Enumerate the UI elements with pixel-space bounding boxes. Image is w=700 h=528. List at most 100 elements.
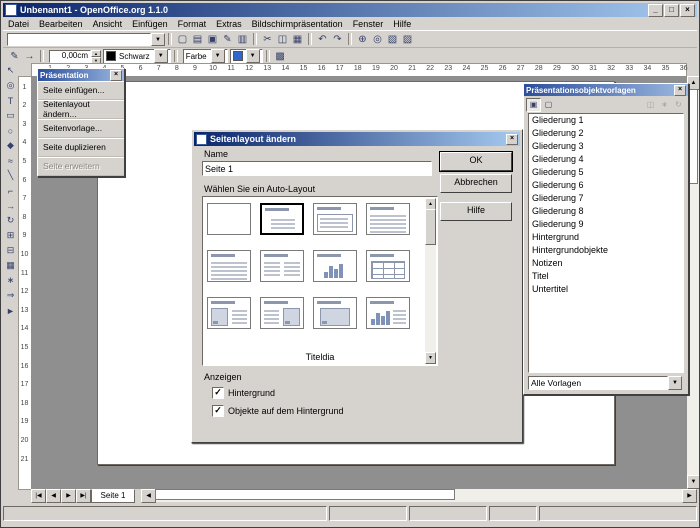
layout-option-title-img[interactable] xyxy=(313,297,357,329)
autolayout-scrollbar[interactable]: ▲ ▼ xyxy=(425,198,436,364)
name-input[interactable] xyxy=(202,161,432,176)
menu-format[interactable]: Format xyxy=(173,18,212,30)
menu-fenster[interactable]: Fenster xyxy=(348,18,389,30)
style-item-gliederung-2[interactable]: Gliederung 2 xyxy=(529,127,683,140)
horizontal-scrollbar[interactable]: ◀ ▶ xyxy=(141,489,697,502)
page-tab[interactable]: Seite 1 xyxy=(91,489,135,503)
scroll-right-icon[interactable]: ▶ xyxy=(682,489,697,503)
cancel-button[interactable]: Abbrechen xyxy=(440,174,512,193)
line-width-value[interactable]: 0,00cm xyxy=(49,50,91,63)
background-objects-checkbox[interactable]: ✓ xyxy=(212,405,224,417)
redo-icon[interactable]: ↷ xyxy=(330,32,345,46)
save-document-icon[interactable]: ▣ xyxy=(205,32,220,46)
url-combobox[interactable]: ▼ xyxy=(7,33,165,46)
text-tool-icon[interactable]: T xyxy=(4,93,17,108)
menu-bildschirmpräsentation[interactable]: Bildschirmpräsentation xyxy=(247,18,348,30)
style-item-hintergrund[interactable]: Hintergrund xyxy=(529,231,683,244)
dialog-titlebar[interactable]: Seitenlayout ändern × xyxy=(194,132,520,146)
layout-option-title-img-text[interactable] xyxy=(207,297,251,329)
layout-option-title-chart-text[interactable] xyxy=(366,297,410,329)
scroll-down-icon[interactable]: ▼ xyxy=(687,475,700,489)
stylist-close-icon[interactable]: × xyxy=(674,85,686,96)
3d-object-tool-icon[interactable]: ◆ xyxy=(4,138,17,153)
maximize-button[interactable]: □ xyxy=(664,4,679,17)
menu-hilfe[interactable]: Hilfe xyxy=(388,18,416,30)
background-checkbox[interactable]: ✓ xyxy=(212,387,224,399)
first-page-tab-icon[interactable]: |◀ xyxy=(31,489,46,503)
zoom-icon[interactable]: ◎ xyxy=(370,32,385,46)
shadow-icon[interactable]: ▩ xyxy=(273,49,288,63)
previous-page-tab-icon[interactable]: ◀ xyxy=(46,489,61,503)
layout-option-title-content[interactable] xyxy=(313,203,357,235)
arrow-ends-icon[interactable]: → xyxy=(22,49,37,63)
scroll-left-icon[interactable]: ◀ xyxy=(141,489,156,503)
stylist-icon[interactable]: ▨ xyxy=(400,32,415,46)
style-item-gliederung-7[interactable]: Gliederung 7 xyxy=(529,192,683,205)
style-item-gliederung-8[interactable]: Gliederung 8 xyxy=(529,205,683,218)
menu-extras[interactable]: Extras xyxy=(211,18,247,30)
arrow-tool-icon[interactable]: → xyxy=(4,198,17,213)
url-dropdown-icon[interactable]: ▼ xyxy=(151,33,165,46)
scroll-down-icon[interactable]: ▼ xyxy=(425,352,436,364)
rotate-tool-icon[interactable]: ↻ xyxy=(4,213,17,228)
help-button[interactable]: Hilfe xyxy=(440,202,512,221)
layout-option-title-chart[interactable] xyxy=(313,250,357,282)
menu-ansicht[interactable]: Ansicht xyxy=(88,18,128,30)
stylist-titlebar[interactable]: Präsentationsobjektvorlagen × xyxy=(524,84,688,96)
ok-button[interactable]: OK xyxy=(440,152,512,171)
presentation-styles-icon[interactable]: ▣ xyxy=(526,98,541,112)
fill-format-mode-icon[interactable]: ◫ xyxy=(644,99,657,111)
url-input[interactable] xyxy=(7,33,151,46)
style-item-hintergrundobjekte[interactable]: Hintergrundobjekte xyxy=(529,244,683,257)
presentation-item-seitenlayout-ändern[interactable]: Seitenlayout ändern... xyxy=(38,100,124,119)
zoom-tool-icon[interactable]: ◎ xyxy=(4,78,17,93)
effects-tool-icon[interactable]: ∗ xyxy=(4,273,17,288)
window-titlebar[interactable]: Unbenannt1 - OpenOffice.org 1.1.0 _ □ × xyxy=(3,3,697,17)
update-style-icon[interactable]: ↻ xyxy=(672,99,685,111)
cut-icon[interactable]: ✂ xyxy=(260,32,275,46)
connector-tool-icon[interactable]: ⌐ xyxy=(4,183,17,198)
fill-color-combobox[interactable]: ▼ xyxy=(230,49,263,64)
style-item-gliederung-3[interactable]: Gliederung 3 xyxy=(529,140,683,153)
alignment-tool-icon[interactable]: ⊞ xyxy=(4,228,17,243)
horizontal-ruler[interactable]: 1234567891011121314151617181920212223242… xyxy=(31,63,687,77)
fill-color-dropdown-icon[interactable]: ▼ xyxy=(246,49,260,63)
open-document-icon[interactable]: ▤ xyxy=(190,32,205,46)
horizontal-scrollbar-thumb[interactable] xyxy=(155,489,455,500)
layout-option-title-list[interactable] xyxy=(366,203,410,235)
layout-option-title-sub[interactable] xyxy=(260,203,304,235)
menu-bearbeiten[interactable]: Bearbeiten xyxy=(34,18,88,30)
curve-tool-icon[interactable]: ≈ xyxy=(4,153,17,168)
style-item-gliederung-4[interactable]: Gliederung 4 xyxy=(529,153,683,166)
line-color-dropdown-icon[interactable]: ▼ xyxy=(154,49,168,63)
edit-file-icon[interactable]: ✎ xyxy=(220,32,235,46)
style-item-titel[interactable]: Titel xyxy=(529,270,683,283)
style-item-notizen[interactable]: Notizen xyxy=(529,257,683,270)
line-tool-icon[interactable]: ╲ xyxy=(4,168,17,183)
presentation-item-seitenvorlage[interactable]: Seitenvorlage... xyxy=(38,119,124,138)
insert-tool-icon[interactable]: ▦ xyxy=(4,258,17,273)
line-width-spinner[interactable]: 0,00cm ▲ ▼ xyxy=(49,50,101,63)
stylist-filter-dropdown-icon[interactable]: ▼ xyxy=(668,376,682,390)
next-page-tab-icon[interactable]: ▶ xyxy=(61,489,76,503)
select-tool-icon[interactable]: ↖ xyxy=(4,63,17,78)
presentation-item-seite-duplizieren[interactable]: Seite duplizieren xyxy=(38,138,124,157)
style-item-gliederung-1[interactable]: Gliederung 1 xyxy=(529,114,683,127)
spin-up-icon[interactable]: ▲ xyxy=(91,50,101,57)
layout-option-title-text-img[interactable] xyxy=(260,297,304,329)
minimize-button[interactable]: _ xyxy=(648,4,663,17)
paste-icon[interactable]: ▦ xyxy=(290,32,305,46)
arrange-tool-icon[interactable]: ⊟ xyxy=(4,243,17,258)
ellipse-tool-icon[interactable]: ○ xyxy=(4,123,17,138)
presentation-toolbar-titlebar[interactable]: Präsentation × xyxy=(38,69,124,81)
menu-einfügen[interactable]: Einfügen xyxy=(127,18,173,30)
navigator-icon[interactable]: ⊕ xyxy=(355,32,370,46)
style-item-gliederung-5[interactable]: Gliederung 5 xyxy=(529,166,683,179)
fill-style-dropdown-icon[interactable]: ▼ xyxy=(211,49,225,63)
style-item-untertitel[interactable]: Untertitel xyxy=(529,283,683,296)
stylist-filter-combobox[interactable]: Alle Vorlagen ▼ xyxy=(528,376,682,390)
dialog-close-icon[interactable]: × xyxy=(506,134,518,145)
last-page-tab-icon[interactable]: ▶| xyxy=(76,489,91,503)
style-item-gliederung-6[interactable]: Gliederung 6 xyxy=(529,179,683,192)
layout-option-title-table[interactable] xyxy=(366,250,410,282)
